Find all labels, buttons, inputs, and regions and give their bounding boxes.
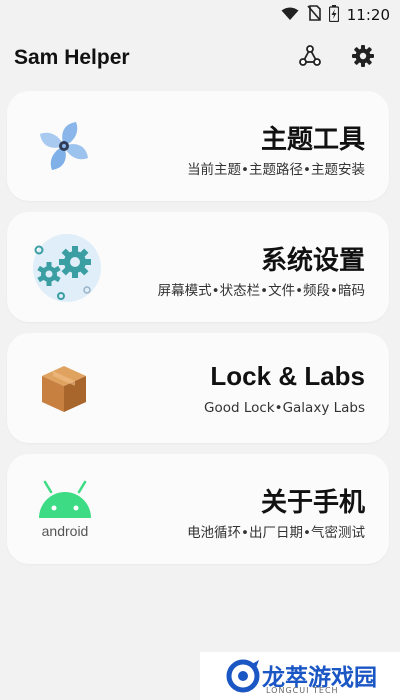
- gear-icon: [351, 44, 375, 72]
- status-bar: 11:20: [0, 0, 400, 30]
- card-subtitle: 电池循环•出厂日期•气密测试: [187, 525, 365, 541]
- battery-charging-icon: [328, 4, 339, 26]
- share-nodes-icon: [298, 44, 322, 72]
- settings-button[interactable]: [348, 43, 378, 73]
- status-time: 11:20: [346, 6, 390, 24]
- share-button[interactable]: [295, 43, 325, 73]
- no-sim-icon: [307, 5, 321, 25]
- card-subtitle: 当前主题•主题路径•主题安装: [187, 162, 365, 178]
- card-about-phone[interactable]: android 关于手机 电池循环•出厂日期•气密测试: [7, 454, 389, 564]
- card-title: 系统设置: [260, 246, 365, 276]
- watermark: 龙萃游戏园 LONGCUI TECH: [200, 652, 400, 700]
- card-theme-tools[interactable]: 主题工具 当前主题•主题路径•主题安装: [7, 91, 389, 201]
- card-system-settings[interactable]: 系统设置 屏幕模式•状态栏•文件•频段•暗码: [7, 212, 389, 322]
- status-icons: 11:20: [281, 4, 390, 26]
- pinwheel-icon: [29, 113, 99, 179]
- android-wordmark: android: [42, 523, 89, 539]
- watermark-logo-icon: [226, 658, 260, 698]
- box-icon: [29, 355, 99, 421]
- wifi-icon: [281, 6, 299, 25]
- app-bar: Sam Helper: [0, 34, 400, 84]
- app-title: Sam Helper: [14, 46, 130, 69]
- watermark-subtext: LONGCUI TECH: [266, 686, 339, 695]
- android-icon: android: [27, 476, 103, 542]
- card-lock-labs[interactable]: Lock & Labs Good Lock•Galaxy Labs: [7, 333, 389, 443]
- card-title: Lock & Labs: [210, 361, 365, 391]
- gears-icon: [25, 228, 105, 308]
- card-title: 主题工具: [260, 125, 365, 155]
- card-title: 关于手机: [260, 488, 365, 518]
- card-subtitle: Good Lock•Galaxy Labs: [203, 400, 365, 416]
- card-subtitle: 屏幕模式•状态栏•文件•频段•暗码: [157, 283, 365, 299]
